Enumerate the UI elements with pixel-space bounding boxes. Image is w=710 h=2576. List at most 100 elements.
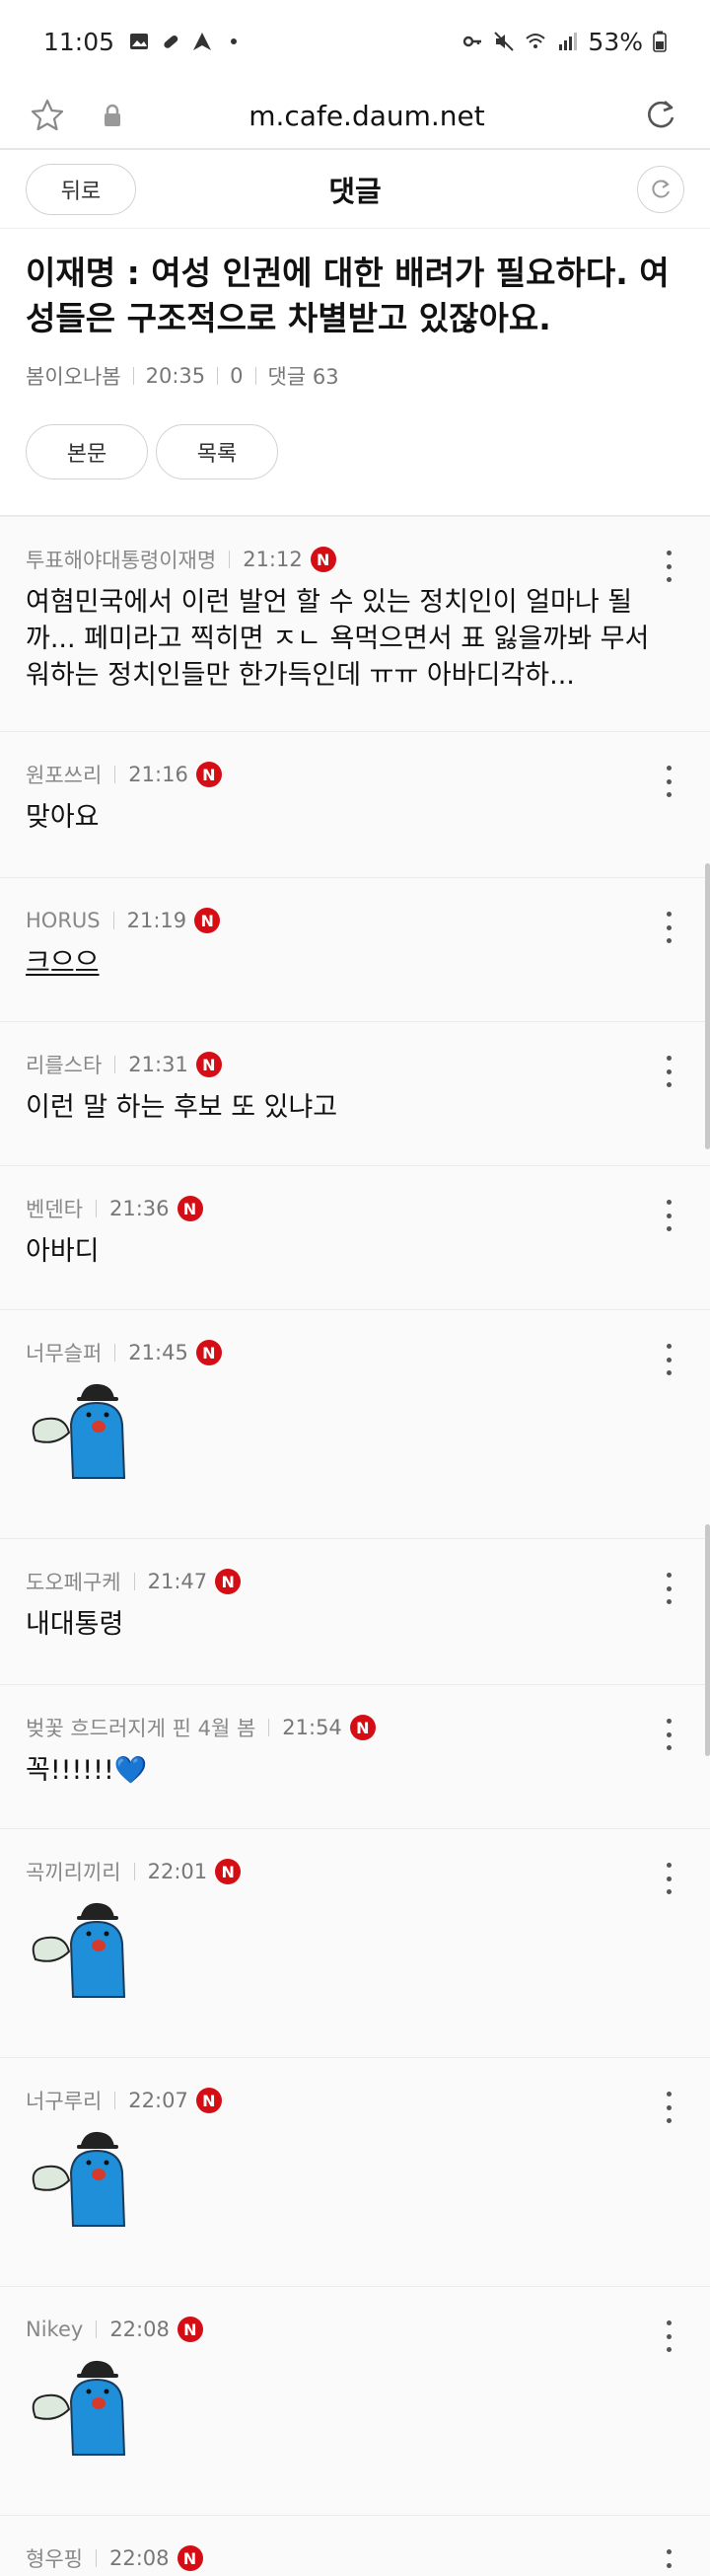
comment-author[interactable]: 너무슬퍼 xyxy=(26,1338,102,1367)
post-title: 이재명 : 여성 인권에 대한 배려가 필요하다. 여성들은 구조적으로 차별받… xyxy=(26,254,670,337)
comment-item: 형우핑 22:08 N xyxy=(0,2515,710,2576)
new-badge: N xyxy=(195,1052,222,1077)
comment-time: 21:31 xyxy=(128,1053,188,1076)
comment-time: 22:08 xyxy=(108,2546,170,2570)
list-button[interactable]: 목록 xyxy=(156,424,278,479)
post-buttons: 본문 목록 xyxy=(26,424,684,479)
new-badge: N xyxy=(349,1715,376,1740)
link-icon xyxy=(164,35,178,48)
comment-time: 22:08 xyxy=(109,2318,170,2341)
comment-item: 리를스타 21:31 N 이런 말 하는 후보 또 있냐고 xyxy=(0,1021,710,1165)
battery-icon xyxy=(653,31,667,52)
star-icon[interactable] xyxy=(30,98,65,133)
more-vertical-icon[interactable] xyxy=(663,1200,674,1231)
divider xyxy=(133,1863,135,1880)
new-badge: N xyxy=(177,2545,203,2571)
url-text[interactable]: m.cafe.daum.net xyxy=(122,100,611,132)
new-badge: N xyxy=(195,1340,222,1365)
comment-author[interactable]: 너구루리 xyxy=(26,2086,102,2115)
comment-author[interactable]: 투표해야대통령이재명 xyxy=(26,545,216,574)
more-vertical-icon[interactable] xyxy=(663,1719,674,1750)
lock-icon xyxy=(105,104,120,126)
comment-time: 22:01 xyxy=(147,1860,208,1883)
divider xyxy=(133,1573,135,1590)
comment-text: 맞아요 xyxy=(26,802,100,833)
divider xyxy=(96,2320,98,2338)
new-badge: N xyxy=(195,762,222,787)
signal-icon xyxy=(559,33,578,50)
more-vertical-icon[interactable] xyxy=(663,766,674,797)
new-badge: N xyxy=(177,1196,203,1221)
status-right-icons: 53% xyxy=(462,28,667,56)
comment-author[interactable]: 도오페구케 xyxy=(26,1567,121,1596)
comment-text: 이런 말 하는 후보 또 있냐고 xyxy=(26,1092,338,1123)
more-vertical-icon[interactable] xyxy=(663,1056,674,1087)
reload-icon[interactable] xyxy=(641,96,680,135)
comment-author[interactable]: 벚꽃 흐드러지게 핀 4월 봄 xyxy=(26,1713,255,1742)
divider xyxy=(114,2092,116,2109)
post-author[interactable]: 봄이오나봄 xyxy=(26,361,121,391)
refresh-icon xyxy=(652,179,670,197)
body-button[interactable]: 본문 xyxy=(26,424,148,479)
more-vertical-icon[interactable] xyxy=(663,1863,674,1894)
browser-url-bar: m.cafe.daum.net xyxy=(0,83,710,150)
more-vertical-icon[interactable] xyxy=(663,1573,674,1604)
comment-item: 너무슬퍼 21:45 N xyxy=(0,1309,710,1538)
divider xyxy=(254,367,256,385)
new-badge: N xyxy=(195,2088,222,2113)
post-time: 20:35 xyxy=(145,364,206,388)
comment-time: 21:47 xyxy=(147,1570,208,1593)
divider xyxy=(95,1200,97,1217)
comment-header-nav: 뒤로 댓글 xyxy=(0,150,710,229)
more-vertical-icon[interactable] xyxy=(663,1344,674,1375)
divider xyxy=(114,766,116,783)
divider xyxy=(112,912,114,929)
blue-character-sticker xyxy=(32,1902,126,1998)
divider xyxy=(114,1056,116,1073)
comment-time: 21:16 xyxy=(128,763,188,786)
more-vertical-icon[interactable] xyxy=(663,912,674,943)
comment-item: 도오페구케 21:47 N 내대통령 xyxy=(0,1538,710,1684)
comment-time: 22:07 xyxy=(128,2089,188,2112)
comment-text: 아바디 xyxy=(26,1236,100,1267)
comment-author[interactable]: 형우핑 xyxy=(26,2543,83,2573)
divider xyxy=(95,2549,97,2567)
comment-item: Nikey 22:08 N xyxy=(0,2286,710,2515)
comment-item: HORUS 21:19 N 크으으 xyxy=(0,877,710,1021)
more-vertical-icon[interactable] xyxy=(663,551,674,582)
more-vertical-icon[interactable] xyxy=(663,2320,674,2352)
comment-time: 21:12 xyxy=(243,548,303,571)
comment-item: 곡끼리끼리 22:01 N xyxy=(0,1828,710,2057)
divider xyxy=(217,367,219,385)
comment-item: 벤덴타 21:36 N 아바디 xyxy=(0,1165,710,1309)
comment-text: 내대통령 xyxy=(26,1609,124,1640)
post-header: 이재명 : 여성 인권에 대한 배려가 필요하다. 여성들은 구조적으로 차별받… xyxy=(0,229,710,516)
comment-author[interactable]: HORUS xyxy=(26,909,101,932)
comment-author[interactable]: 리를스타 xyxy=(26,1050,102,1079)
scrollbar-thumb[interactable] xyxy=(705,863,710,1149)
comment-text: 크으으 xyxy=(26,948,100,979)
comment-author[interactable]: 곡끼리끼리 xyxy=(26,1857,121,1886)
new-badge: N xyxy=(194,908,221,933)
divider xyxy=(132,367,134,385)
post-views: 0 xyxy=(230,364,244,388)
more-vertical-icon[interactable] xyxy=(663,2092,674,2123)
back-button[interactable]: 뒤로 xyxy=(26,163,136,215)
comment-list: 투표해야대통령이재명 21:12 N 여혐민국에서 이런 발언 할 수 있는 정치인… xyxy=(0,516,710,2576)
more-vertical-icon[interactable] xyxy=(663,2549,674,2576)
divider xyxy=(268,1719,270,1736)
new-badge: N xyxy=(310,547,336,572)
new-badge: N xyxy=(177,2317,203,2342)
comment-item: 원포쓰리 21:16 N 맞아요 xyxy=(0,731,710,877)
comment-author[interactable]: 원포쓰리 xyxy=(26,760,102,789)
comment-author[interactable]: Nikey xyxy=(26,2318,83,2341)
refresh-button[interactable] xyxy=(637,165,684,213)
status-bar: 11:05 53% xyxy=(0,0,710,83)
comment-author[interactable]: 벤덴타 xyxy=(26,1194,83,1223)
comment-item: 투표해야대통령이재명 21:12 N 여혐민국에서 이런 발언 할 수 있는 정치인… xyxy=(0,516,710,731)
navigation-icon xyxy=(193,33,212,50)
new-badge: N xyxy=(215,1569,242,1594)
scrollbar-thumb[interactable] xyxy=(705,1524,710,1756)
blue-character-sticker xyxy=(32,2131,126,2227)
comment-text: 여혐민국에서 이런 발언 할 수 있는 정치인이 얼마나 될까... 페미라고 … xyxy=(26,587,650,691)
